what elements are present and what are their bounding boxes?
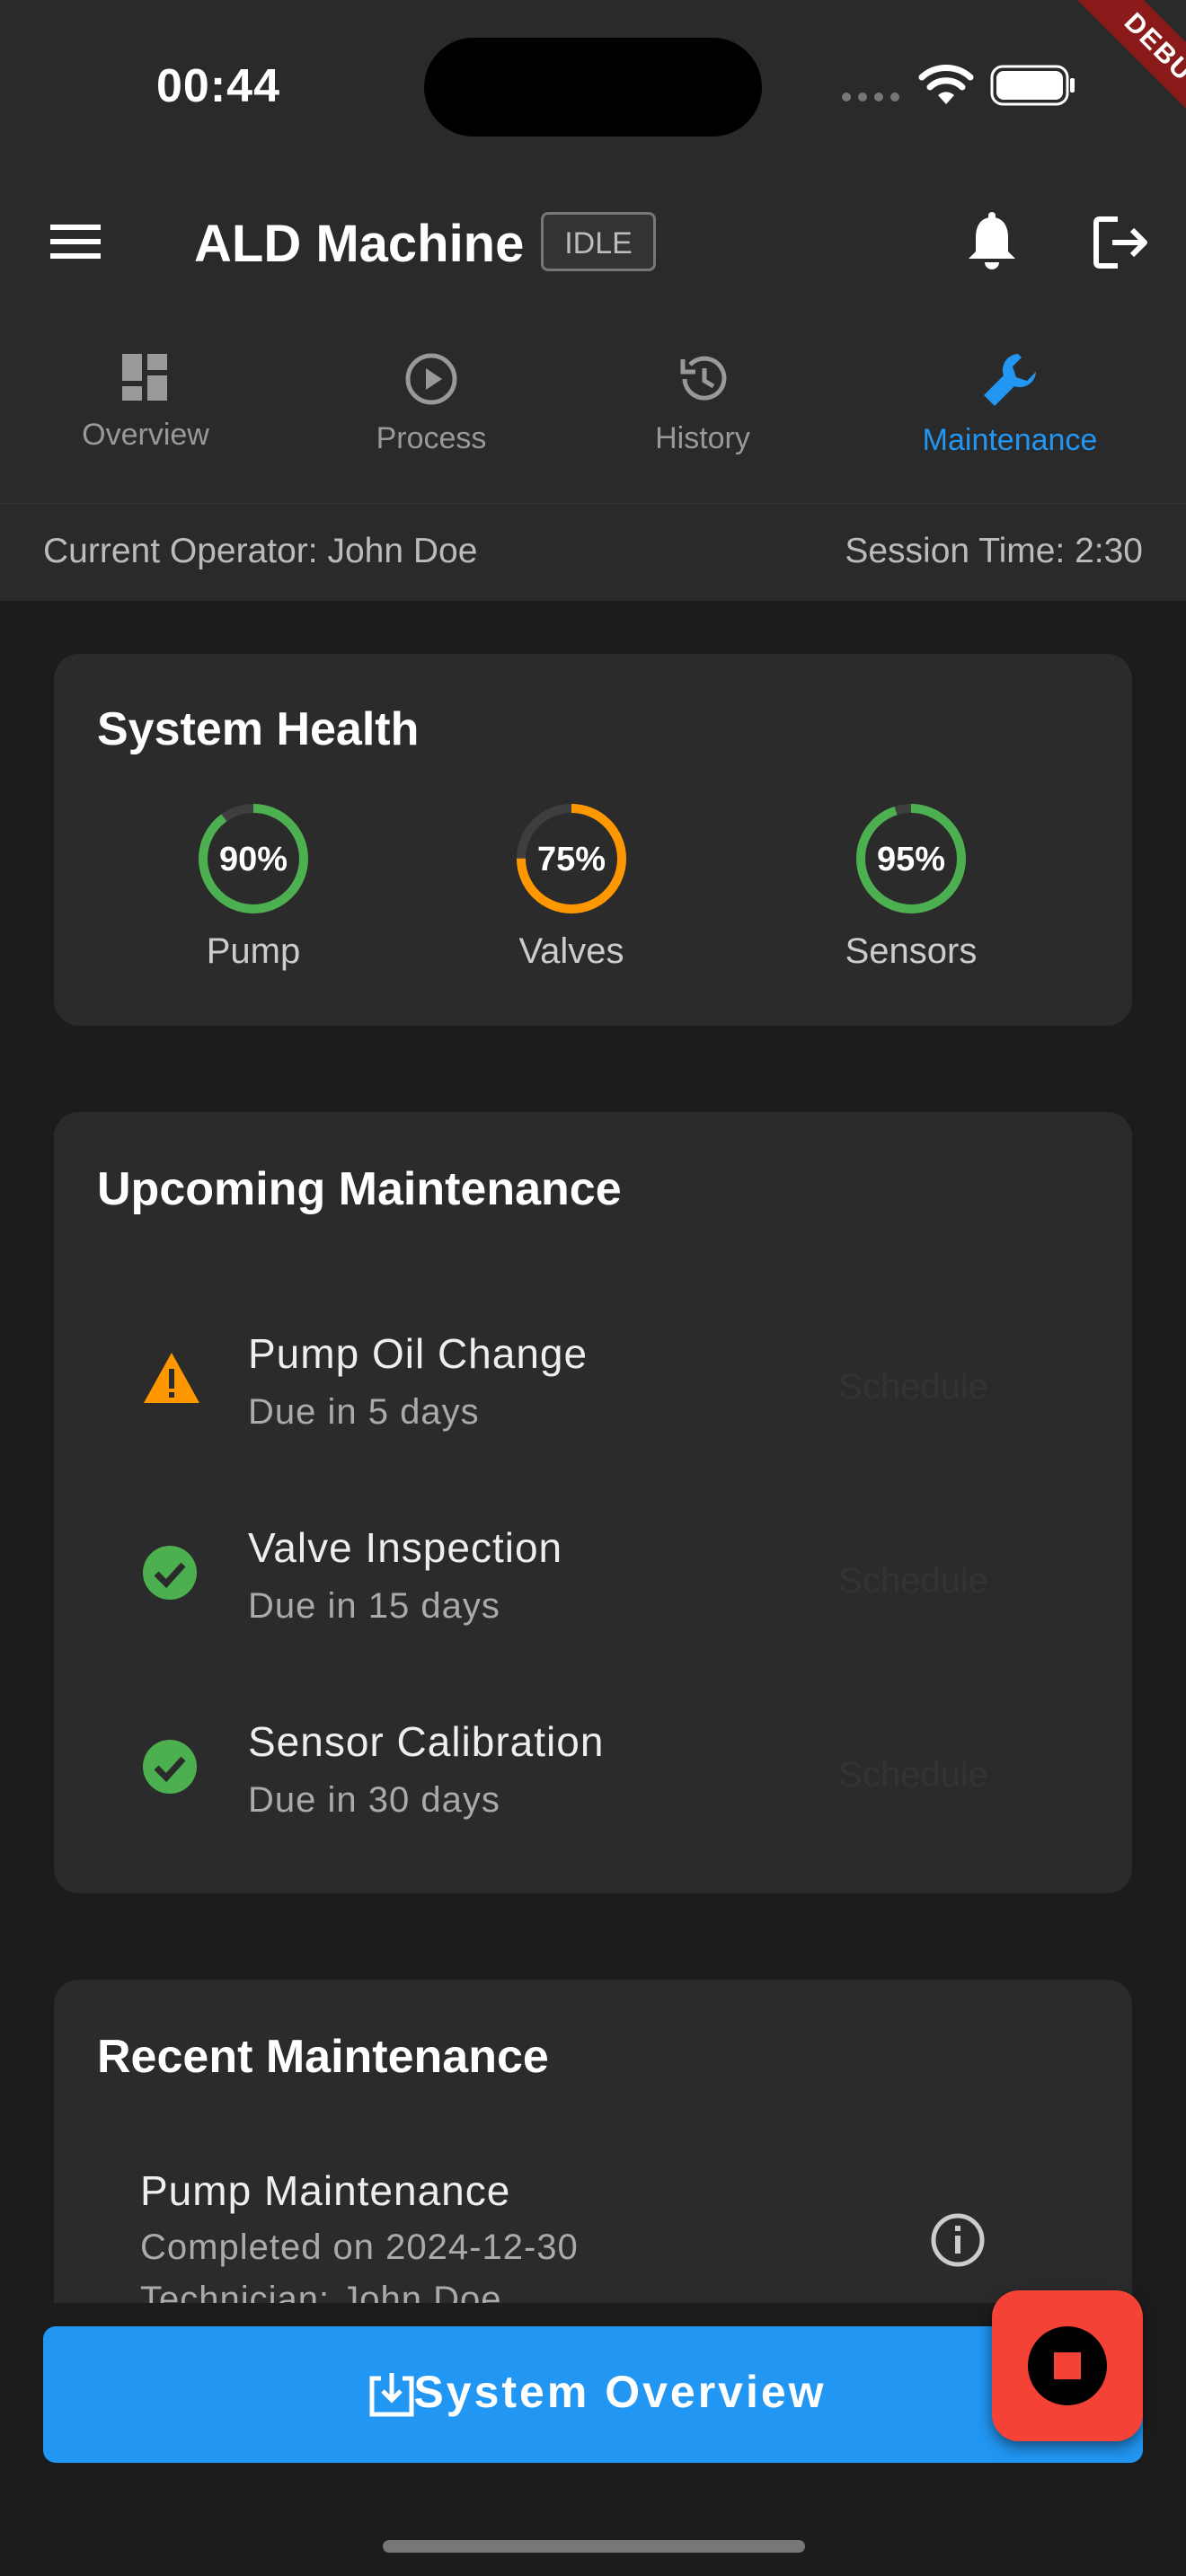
gauge-ring: 75% [517,804,626,913]
history-icon [680,356,727,401]
list-item[interactable]: Valve Inspection Due in 15 days Schedule [54,1498,1132,1678]
tab-bar: Overview Process History Maintenance [0,323,1186,503]
tab-history[interactable]: History [568,350,837,456]
list-item[interactable]: Pump Oil Change Due in 5 days Schedule [54,1304,1132,1484]
session-time: Session Time: 2:30 [845,532,1143,570]
gauge-pump: 90% Pump [181,803,325,972]
logout-icon[interactable] [1093,216,1150,269]
tab-maintenance[interactable]: Maintenance [875,350,1145,458]
tab-overview[interactable]: Overview [11,350,280,453]
maintenance-due: Due in 5 days [248,1392,480,1432]
info-icon[interactable] [929,2211,987,2269]
recent-item-title: Pump Maintenance [140,2167,511,2214]
tab-process[interactable]: Process [296,350,566,456]
tab-history-label: History [655,421,750,455]
dashboard-icon [122,354,167,401]
status-badge: IDLE [541,212,656,271]
system-health-card: System Health 90% Pump 75% Valves 95% Se… [54,654,1132,1026]
maintenance-due: Due in 15 days [248,1586,500,1626]
schedule-button[interactable]: Schedule [838,1755,988,1795]
gauge-sensors: 95% Sensors [839,803,983,972]
tab-process-label: Process [376,421,487,455]
gauge-label: Valves [518,931,624,971]
schedule-button[interactable]: Schedule [838,1561,988,1601]
current-operator: Current Operator: John Doe [43,532,478,570]
check-circle-icon [143,1740,197,1794]
wifi-icon [918,65,974,104]
recent-item-completed: Completed on 2024-12-30 [140,2228,579,2267]
gauge-label: Pump [206,931,301,971]
tab-maintenance-label: Maintenance [922,423,1098,457]
signal-icon [842,93,899,101]
wrench-icon [984,354,1036,406]
upcoming-maintenance-card: Upcoming Maintenance Pump Oil Change Due… [54,1112,1132,1893]
warning-icon [144,1353,199,1403]
schedule-button[interactable]: Schedule [838,1367,988,1407]
status-time: 00:44 [156,60,280,112]
gauge-value: 90% [219,841,288,878]
dynamic-island [424,38,762,137]
list-item[interactable]: Sensor Calibration Due in 30 days Schedu… [54,1692,1132,1872]
check-circle-icon [143,1546,197,1600]
gauge-ring: 90% [199,804,308,913]
system-overview-label: System Overview [413,2367,827,2417]
bell-icon[interactable] [965,212,1019,273]
page-title: ALD Machine [194,215,525,273]
maintenance-due: Due in 30 days [248,1780,500,1820]
maintenance-title: Pump Oil Change [248,1330,589,1377]
maintenance-title: Valve Inspection [248,1524,563,1571]
play-circle-icon [405,353,457,405]
stop-icon [1028,2326,1107,2405]
upcoming-maintenance-title: Upcoming Maintenance [97,1163,622,1215]
system-overview-button[interactable]: System Overview [43,2326,1143,2463]
gauge-valves: 75% Valves [500,803,643,972]
gauge-label: Sensors [845,931,978,971]
gauge-ring: 95% [856,804,966,913]
recent-maintenance-title: Recent Maintenance [97,2031,549,2083]
debug-banner: DEBUG [1006,0,1186,180]
gauge-value: 95% [877,841,945,878]
home-indicator [383,2540,805,2553]
emergency-stop-button[interactable] [992,2290,1143,2441]
gauge-value: 75% [537,841,606,878]
tab-overview-label: Overview [82,418,209,452]
menu-icon[interactable] [49,221,104,262]
maintenance-title: Sensor Calibration [248,1718,605,1765]
system-health-title: System Health [97,703,420,755]
